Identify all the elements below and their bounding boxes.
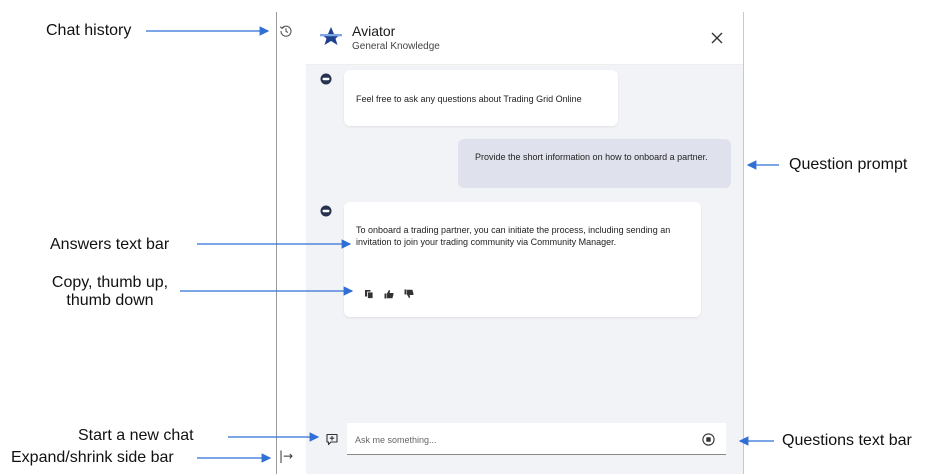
annotation-arrows xyxy=(146,26,779,463)
annotated-screenshot: |→ Aviator General Knowledge Feel free t… xyxy=(0,0,940,474)
